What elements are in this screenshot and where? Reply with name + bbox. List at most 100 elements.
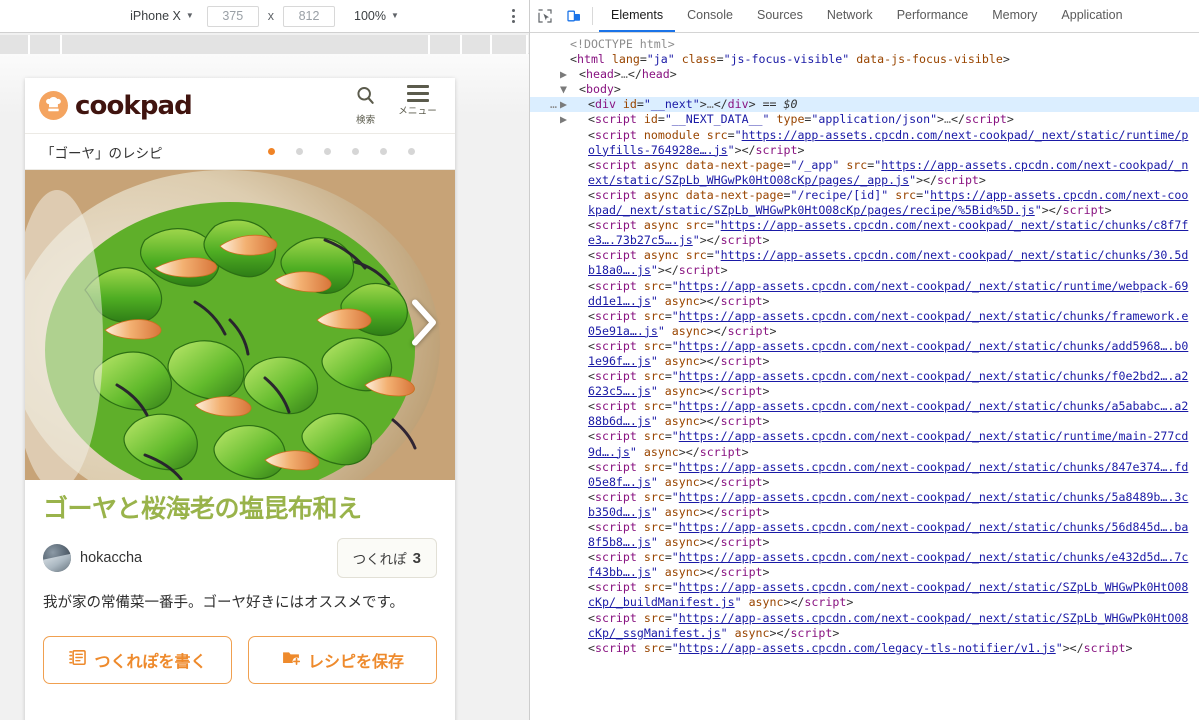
dom-node[interactable]: <script src="https://app-assets.cpcdn.co…	[530, 611, 1199, 641]
markup-token: id	[622, 97, 637, 112]
tab-performance[interactable]: Performance	[885, 0, 981, 32]
dom-node-markup: <script src="https://app-assets.cpcdn.co…	[570, 309, 1193, 339]
markup-token: <	[588, 218, 595, 233]
carousel-dot[interactable]	[268, 148, 275, 155]
markup-token: =	[657, 112, 665, 127]
markup-token: =	[664, 489, 672, 504]
markup-token: script	[720, 233, 763, 248]
tab-network[interactable]: Network	[815, 0, 885, 32]
tab-memory[interactable]: Memory	[980, 0, 1049, 32]
menu-button[interactable]: メニュー	[398, 85, 437, 126]
recipe-photo[interactable]	[25, 170, 455, 480]
inspect-element-icon[interactable]	[530, 0, 559, 32]
tsukurepo-badge[interactable]: つくれぽ 3	[336, 538, 437, 579]
chevron-right-icon[interactable]: ▶	[560, 67, 570, 82]
dom-node[interactable]: <script src="https://app-assets.cpcdn.co…	[530, 580, 1199, 610]
resource-link[interactable]: https://app-assets.cpcdn.com/legacy-tls-…	[679, 641, 1056, 655]
dom-node[interactable]: <script async data-next-page="/recipe/[i…	[530, 188, 1199, 218]
dom-node[interactable]: <script src="https://app-assets.cpcdn.co…	[530, 641, 1199, 656]
dom-node-markup: <body>	[570, 82, 1193, 97]
dom-node[interactable]: <script nomodule src="https://app-assets…	[530, 128, 1199, 158]
carousel-dots[interactable]	[268, 148, 439, 155]
dom-node[interactable]: <script src="https://app-assets.cpcdn.co…	[530, 520, 1199, 550]
markup-token: script	[720, 384, 763, 399]
dom-node[interactable]: … ▶ <div id="__next">…</div> == $0	[530, 97, 1199, 113]
markup-token: >	[741, 444, 749, 459]
dom-node[interactable]: <script async data-next-page="/_app" src…	[530, 158, 1199, 188]
zoom-value: 100%	[354, 9, 386, 23]
markup-token	[637, 445, 644, 459]
markup-token: >	[762, 293, 770, 308]
markup-token: src	[685, 248, 707, 263]
dom-node[interactable]: <script src="https://app-assets.cpcdn.co…	[530, 399, 1199, 429]
tab-sources[interactable]: Sources	[745, 0, 815, 32]
dom-node[interactable]: <script async src="https://app-assets.cp…	[530, 248, 1199, 278]
markup-token: async	[664, 565, 700, 580]
dom-node[interactable]: <script src="https://app-assets.cpcdn.co…	[530, 550, 1199, 580]
markup-token	[658, 535, 665, 549]
markup-token	[637, 128, 644, 142]
dom-node[interactable]: ▼ <body>	[530, 82, 1199, 97]
carousel-dot[interactable]	[324, 148, 331, 155]
resource-link[interactable]: https://app-assets.cpcdn.com/next-cookpa…	[588, 580, 1188, 609]
device-toolbar-icon[interactable]	[559, 0, 588, 32]
markup-token	[637, 399, 644, 413]
chevron-right-icon[interactable]: ▶	[560, 97, 570, 112]
dom-node[interactable]: <script src="https://app-assets.cpcdn.co…	[530, 490, 1199, 520]
cookpad-logo[interactable]: cookpad	[39, 91, 193, 121]
chevron-right-icon[interactable]: ▶	[560, 112, 570, 127]
emulated-viewport: cookpad 検索 メニュー 「ゴーヤ」のレシピ ゴーヤと桜海老の塩昆布和え …	[25, 78, 455, 720]
dom-node[interactable]: <html lang="ja" class="js-focus-visible"…	[530, 52, 1199, 67]
markup-token: "	[671, 580, 679, 595]
dom-node[interactable]: ▶ <head>…</head>	[530, 67, 1199, 82]
dom-node[interactable]: <script src="https://app-assets.cpcdn.co…	[530, 309, 1199, 339]
zoom-select[interactable]: 100% ▼	[350, 7, 403, 25]
carousel-dot[interactable]	[352, 148, 359, 155]
markup-token: async	[643, 157, 679, 172]
viewport-width-input[interactable]: 375	[206, 5, 259, 27]
carousel-dot[interactable]	[408, 148, 415, 155]
kebab-menu-icon[interactable]	[512, 9, 515, 23]
dom-node[interactable]: <script src="https://app-assets.cpcdn.co…	[530, 339, 1199, 369]
dom-node[interactable]: ▶ <script id="__NEXT_DATA__" type="applic…	[530, 112, 1199, 127]
markup-token: "/recipe/[id]"	[790, 187, 889, 202]
tsukurepo-label: つくれぽ	[352, 552, 407, 568]
markup-token: script	[594, 218, 637, 233]
viewport-height-input[interactable]: 812	[283, 5, 335, 27]
markup-token: ></	[699, 353, 721, 368]
search-button[interactable]: 検索	[355, 85, 376, 126]
tab-console[interactable]: Console	[675, 0, 745, 32]
folder-plus-icon	[281, 648, 301, 672]
markup-token: "	[671, 489, 679, 504]
device-select[interactable]: iPhone X ▼	[126, 7, 198, 25]
markup-token: >	[699, 97, 707, 112]
dom-node[interactable]: <script src="https://app-assets.cpcdn.co…	[530, 460, 1199, 490]
dom-node[interactable]: <script src="https://app-assets.cpcdn.co…	[530, 429, 1199, 459]
resource-link[interactable]: https://app-assets.cpcdn.com/next-cookpa…	[588, 611, 1188, 640]
markup-token: data-next-page	[685, 157, 784, 172]
carousel-dot[interactable]	[296, 148, 303, 155]
write-report-button[interactable]: つくれぽを書く	[43, 635, 232, 684]
carousel-dot[interactable]	[380, 148, 387, 155]
markup-token	[637, 460, 644, 474]
dom-node[interactable]: <script async src="https://app-assets.cp…	[530, 218, 1199, 248]
markup-token: script	[594, 489, 637, 504]
dom-node[interactable]: <script src="https://app-assets.cpcdn.co…	[530, 369, 1199, 399]
write-report-label: つくれぽを書く	[94, 653, 207, 671]
markup-token: >	[762, 384, 770, 399]
tab-application[interactable]: Application	[1049, 0, 1134, 32]
author-name[interactable]: hokaccha	[80, 550, 142, 566]
tab-elements[interactable]: Elements	[599, 0, 676, 32]
markup-token: src	[643, 550, 665, 565]
chevron-right-icon[interactable]	[407, 297, 441, 354]
chevron-down-icon[interactable]: ▼	[560, 82, 570, 97]
save-recipe-button[interactable]: レシピを保存	[248, 635, 437, 684]
markup-token: =	[727, 127, 735, 142]
markup-token: script	[594, 610, 637, 625]
dom-node[interactable]: <!DOCTYPE html>	[530, 37, 1199, 52]
dom-node[interactable]: <script src="https://app-assets.cpcdn.co…	[530, 279, 1199, 309]
avatar[interactable]	[43, 544, 71, 573]
dom-tree[interactable]: <!DOCTYPE html> <html lang="ja" class="js…	[530, 33, 1199, 720]
markup-token: ></	[699, 535, 721, 550]
markup-token: script	[1083, 640, 1126, 655]
